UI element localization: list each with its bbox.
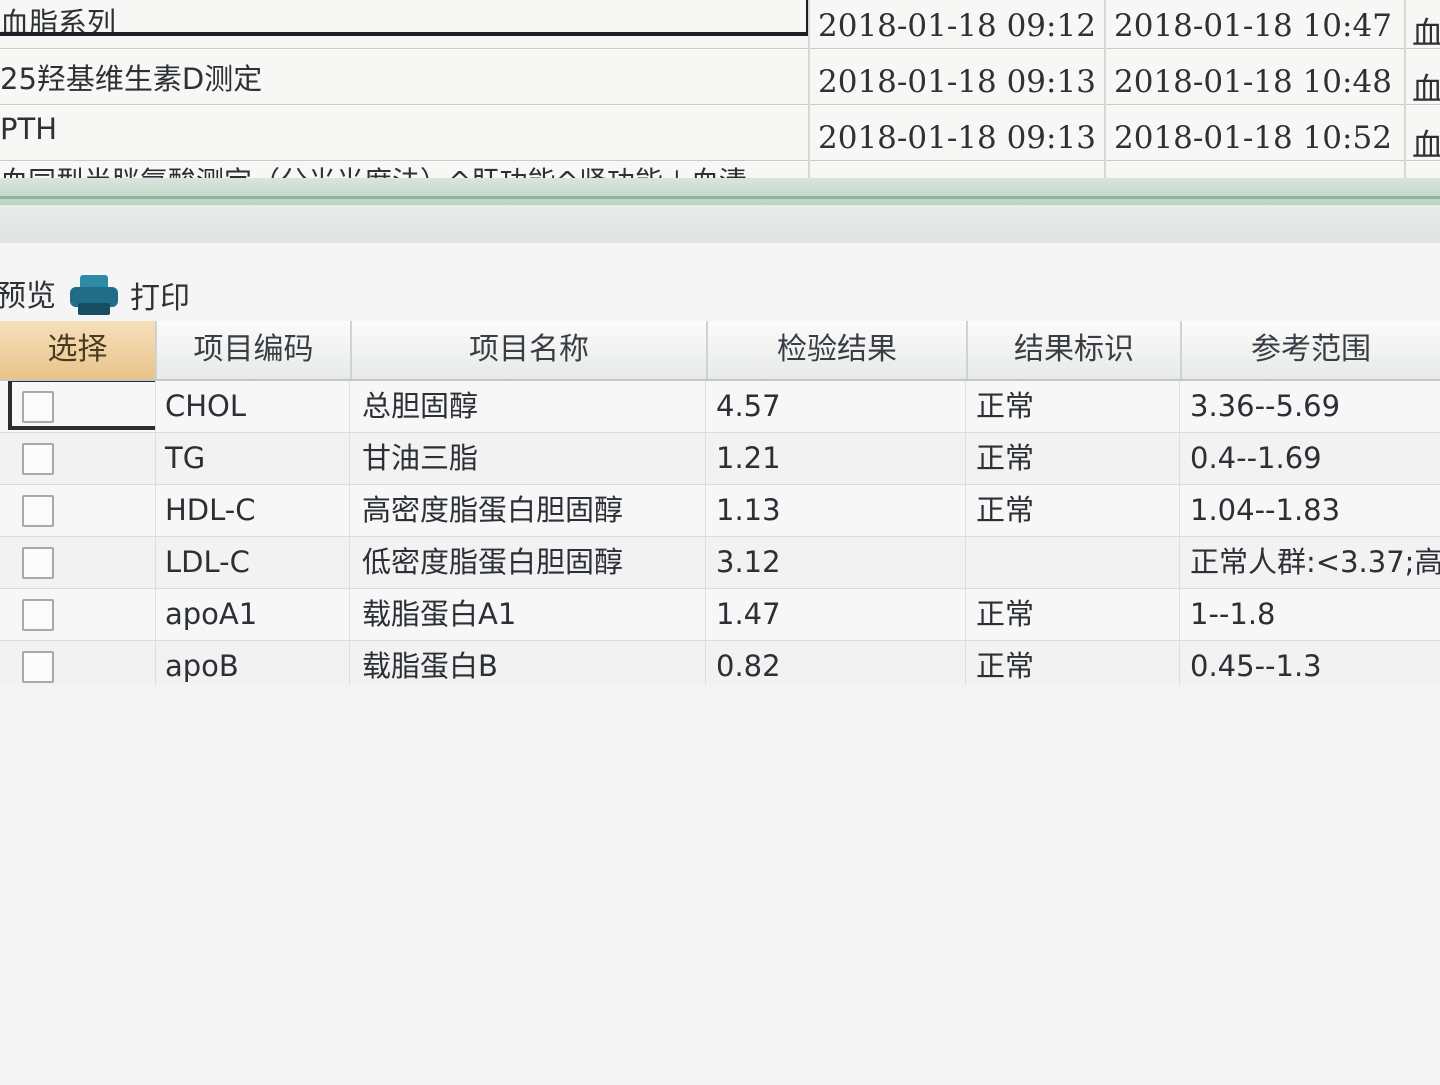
print-button-label: 打印: [130, 281, 190, 316]
order-name: 25羟基维生素D测定: [0, 62, 263, 96]
item-code: CHOL: [157, 381, 350, 432]
order-time-reported: 2018-01-18 10:48: [1114, 64, 1392, 100]
item-result: 4.57: [708, 381, 966, 432]
order-extra: 血: [1412, 16, 1440, 52]
column-header-result[interactable]: 检验结果: [708, 321, 968, 379]
selected-cell-outline: [8, 381, 155, 430]
item-result: 1.21: [708, 433, 966, 484]
column-divider: [808, 0, 810, 200]
item-code: TG: [157, 433, 350, 484]
item-range: 3.36--5.69: [1190, 389, 1341, 423]
order-time-reported: 2018-01-18 10:47: [1114, 8, 1392, 44]
column-header-flag[interactable]: 结果标识: [968, 321, 1182, 379]
list-item[interactable]: 血脂系列 2018-01-18 09:12 2018-01-18 10:47 血: [0, 0, 1440, 52]
column-header-select[interactable]: 选择: [0, 321, 157, 379]
table-row[interactable]: LDL-C 低密度脂蛋白胆固醇 3.12 正常人群:<3.37;高: [0, 537, 1440, 589]
horizontal-scrollbar[interactable]: [0, 178, 1440, 205]
order-time-sampled: 2018-01-18 09:12: [818, 8, 1096, 44]
table-header: 选择 项目编码 项目名称 检验结果 结果标识 参考范围: [0, 321, 1440, 381]
select-cell[interactable]: [0, 485, 156, 536]
item-range: 1.04--1.83: [1190, 493, 1341, 527]
table-empty-area: [0, 685, 1440, 1085]
item-flag: 正常: [968, 433, 1180, 484]
item-name: 甘油三脂: [352, 433, 706, 484]
item-range: 正常人群:<3.37;高: [1190, 545, 1440, 579]
item-code: apoA1: [157, 589, 350, 640]
order-name: PTH: [0, 112, 58, 146]
item-name: 总胆固醇: [352, 381, 706, 432]
item-range: 0.4--1.69: [1190, 441, 1322, 475]
select-cell[interactable]: [0, 537, 156, 588]
item-name: 低密度脂蛋白胆固醇: [352, 537, 706, 588]
select-cell[interactable]: [0, 589, 156, 640]
column-header-range[interactable]: 参考范围: [1182, 321, 1440, 379]
table-row[interactable]: apoA1 载脂蛋白A1 1.47 正常 1--1.8: [0, 589, 1440, 641]
list-item[interactable]: 25羟基维生素D测定 2018-01-18 09:13 2018-01-18 1…: [0, 48, 1440, 108]
scrollbar-track: [0, 196, 1440, 199]
preview-button[interactable]: 预览: [0, 271, 56, 315]
item-flag: 正常: [968, 485, 1180, 536]
print-button[interactable]: 打印: [68, 271, 190, 319]
column-divider: [1404, 0, 1406, 200]
item-name: 高密度脂蛋白胆固醇: [352, 485, 706, 536]
panel-header-bar: [0, 205, 1440, 243]
row-checkbox[interactable]: [22, 495, 54, 527]
focused-row-outline: [0, 0, 810, 36]
order-list: 血脂系列 2018-01-18 09:12 2018-01-18 10:47 血…: [0, 0, 1440, 200]
item-flag: 正常: [968, 589, 1180, 640]
select-cell[interactable]: [0, 433, 156, 484]
row-checkbox[interactable]: [22, 651, 54, 683]
toolbar: 预览 打印: [0, 263, 1440, 323]
item-name: 载脂蛋白A1: [352, 589, 706, 640]
order-list-panel: 血脂系列 2018-01-18 09:12 2018-01-18 10:47 血…: [0, 0, 1440, 205]
item-result: 1.13: [708, 485, 966, 536]
item-code: HDL-C: [157, 485, 350, 536]
row-checkbox[interactable]: [22, 547, 54, 579]
item-code: LDL-C: [157, 537, 350, 588]
result-panel: 预览 打印 选择 项目编码 项目名称 检验结果 结果标识 参考范围 CHOL 总…: [0, 205, 1440, 1085]
table-row[interactable]: TG 甘油三脂 1.21 正常 0.4--1.69: [0, 433, 1440, 485]
item-result: 1.47: [708, 589, 966, 640]
order-extra: 血: [1412, 72, 1440, 108]
item-flag: 正常: [968, 381, 1180, 432]
item-range: 1--1.8: [1190, 597, 1276, 631]
item-flag: [968, 537, 1180, 588]
item-result: 3.12: [708, 537, 966, 588]
table-row[interactable]: CHOL 总胆固醇 4.57 正常 3.36--5.69: [0, 381, 1440, 433]
order-time-sampled: 2018-01-18 09:13: [818, 64, 1096, 100]
row-checkbox[interactable]: [22, 443, 54, 475]
column-header-code[interactable]: 项目编码: [157, 321, 352, 379]
select-cell[interactable]: [0, 381, 156, 432]
printer-icon: [68, 275, 120, 315]
table-row[interactable]: HDL-C 高密度脂蛋白胆固醇 1.13 正常 1.04--1.83: [0, 485, 1440, 537]
column-header-name[interactable]: 项目名称: [352, 321, 708, 379]
row-checkbox[interactable]: [22, 599, 54, 631]
column-divider: [1104, 0, 1106, 200]
